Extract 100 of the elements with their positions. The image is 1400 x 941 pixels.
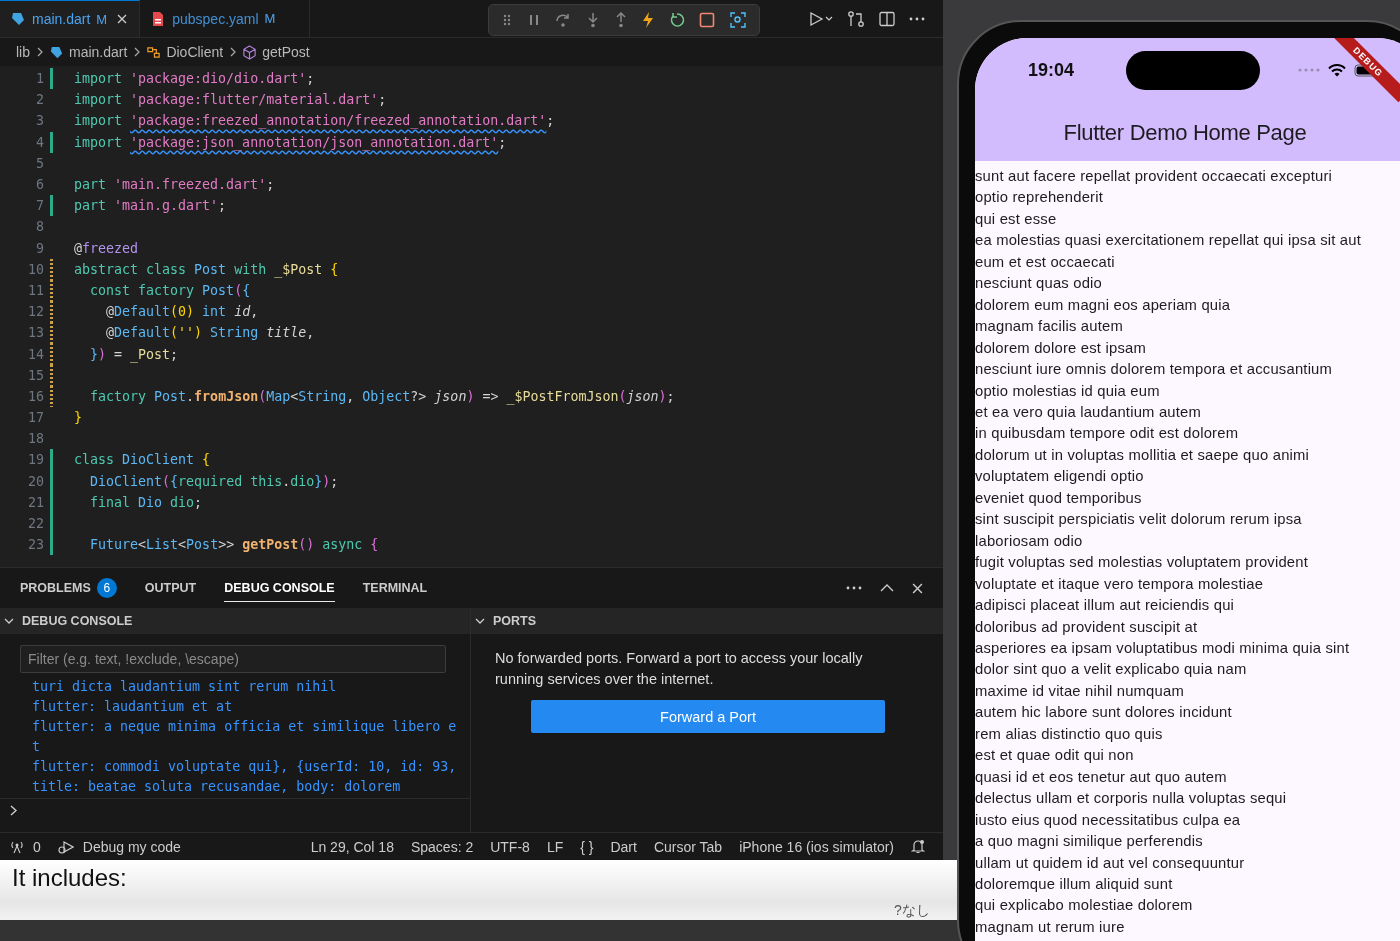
tab-label: main.dart [32,11,91,27]
filter-field[interactable]: Filter (e.g. text, !exclude, \escape) [20,645,446,673]
line-number: 14 [27,346,44,362]
section-header[interactable]: DEBUG CONSOLE [0,608,470,634]
list-item[interactable]: fugit voluptas sed molestias voluptatem provident [975,552,1400,574]
panel-tab[interactable]: OUTPUT [144,574,197,602]
list-item[interactable]: in quibusdam tempore odit est dolorem [975,423,1400,445]
modified-label: M [96,11,108,27]
list-item[interactable]: eum et est occaecati [975,251,1400,274]
close-icon[interactable] [912,582,923,594]
ports-count[interactable]: 0 [33,838,41,855]
code-line: @Default(0) int id, [105,304,259,320]
section-header[interactable]: PORTS [471,608,943,634]
prompt-icon[interactable] [10,805,18,816]
line-number: 4 [35,134,44,150]
list-item[interactable]: optio molestias id quia eum [975,380,1400,402]
dart-file-icon [10,11,26,27]
editor-tab[interactable]: pubspec.yaml M [140,0,311,37]
breadcrumb-item[interactable]: DioClient [166,44,224,60]
list-item[interactable]: et ea vero quia laudantium autem [975,402,1400,424]
line-number: 3 [35,113,44,129]
code-line: DioClient({required this.dio}); [89,473,339,489]
status-item[interactable]: UTF-8 [490,838,530,855]
more-icon[interactable] [909,16,925,21]
panel-tab[interactable]: DEBUG CONSOLE [224,574,335,602]
split-editor-icon[interactable] [879,10,895,27]
list-item[interactable]: ullam ut quidem id aut vel consequuntur [975,852,1400,874]
list-item[interactable]: est et quae odit qui non [975,745,1400,767]
list-item[interactable]: ea molestias quasi exercitationem repellat qui ipsa sit aut [975,230,1400,252]
stop-icon[interactable] [699,12,716,28]
list-item[interactable]: doloribus ad provident suscipit at [975,616,1400,638]
breadcrumb-item[interactable]: main.dart [69,44,128,60]
list-item[interactable]: magnam ut rerum iure [975,916,1400,939]
line-number: 7 [35,198,44,214]
list-item[interactable]: voluptate et itaque vero tempora molestiae [975,573,1400,596]
debug-config[interactable]: Debug my code [82,838,181,855]
step-over-icon[interactable] [555,12,572,28]
page-heading: It includes: [12,864,127,892]
list-item[interactable]: maxime id vitae nihil numquam [975,680,1400,703]
list-item[interactable]: sunt aut facere repellat provident occaecati excepturi [975,166,1400,188]
debug-icon[interactable] [57,839,74,854]
list-item[interactable]: qui explicabo molestiae dolorem [975,895,1400,917]
close-icon[interactable] [117,14,128,24]
bell-icon[interactable] [911,839,925,854]
list-item[interactable]: nesciunt quas odio [975,273,1400,295]
status-item[interactable]: Dart [610,838,637,855]
line-number: 11 [27,282,44,298]
status-item[interactable]: Ln 29, Col 18 [310,838,394,855]
list-item[interactable]: voluptatem eligendi optio [975,466,1400,488]
list-item[interactable]: nesciunt iure omnis dolorem tempora et accusantium [975,359,1400,381]
list-item[interactable]: autem hic labore sunt dolores incidunt [975,702,1400,724]
code-line: import 'package:freezed_annotation/freezed_annotation.dart'; [74,113,555,129]
lightning-icon[interactable] [642,12,655,28]
list-item[interactable]: iusto eius quod necessitatibus culpa ea [975,809,1400,832]
status-item[interactable]: Spaces: 2 [410,838,474,855]
status-item[interactable]: { } [580,838,594,855]
line-number: 5 [35,155,44,171]
step-into-icon[interactable] [585,12,600,28]
editor-tab[interactable]: main.dart M [0,0,141,37]
breadcrumb-item[interactable]: lib [16,44,30,60]
list-item[interactable]: adipisci placeat illum aut reiciendis qui [975,595,1400,617]
more-icon[interactable] [846,586,862,590]
list-item[interactable]: dolorem eum magni eos aperiam quia [975,294,1400,317]
list-item[interactable]: eveniet quod temporibus [975,487,1400,510]
run-debug-icon[interactable] [807,10,833,27]
list-item[interactable]: dolorum ut in voluptas mollitia et saepe quo animi [975,444,1400,467]
section-title: DEBUG CONSOLE [22,614,133,628]
line-number: 23 [27,537,44,553]
status-item[interactable]: iPhone 16 (ios simulator) [739,838,894,855]
panel-tab[interactable]: PROBLEMS 6 [20,571,117,605]
list-item[interactable]: quasi id et eos tenetur aut quo autem [975,766,1400,789]
inspect-icon[interactable] [729,12,746,28]
code-line: const factory Post({ [89,282,251,298]
panel-tab[interactable]: TERMINAL [362,574,428,602]
list-item[interactable]: doloremque illum aliquid sunt [975,873,1400,896]
list-item[interactable]: delectus ullam et corporis nulla voluptas sequi [975,788,1400,810]
breadcrumb-item[interactable]: getPost [262,44,310,60]
list-item[interactable]: laboriosam odio [975,530,1400,553]
source-control-icon[interactable] [847,9,865,28]
code-line: import 'package:flutter/material.dart'; [74,92,387,108]
line-number: 8 [35,219,44,235]
list-item[interactable]: rem alias distinctio quo quis [975,723,1400,746]
status-item[interactable]: Cursor Tab [653,838,723,855]
restart-icon[interactable] [668,12,685,28]
list-item[interactable]: a quo magni similique perferendis [975,831,1400,853]
list-item[interactable]: sint suscipit perspiciatis velit dolorum rerum ipsa [975,509,1400,531]
list-item[interactable]: dolor sint quo a velit explicabo quia nam [975,659,1400,681]
list-item[interactable]: optio reprehenderit [975,187,1400,209]
list-item[interactable]: magnam facilis autem [975,316,1400,338]
status-item[interactable]: LF [546,838,564,855]
broadcast-icon[interactable] [10,839,24,854]
maximize-icon[interactable] [880,584,894,592]
list-item[interactable]: dolorem dolore est ipsam [975,337,1400,360]
forward-port-button[interactable]: Forward a Port [531,700,885,733]
wifi-icon [1328,63,1346,77]
drag-handle-icon[interactable] [502,13,513,27]
list-item[interactable]: asperiores ea ipsam voluptatibus modi minima quia sint [975,637,1400,660]
console-line: turi dicta laudantium sint rerum nihil [32,678,338,696]
tab-label: pubspec.yaml [172,10,259,27]
list-item[interactable]: qui est esse [975,208,1400,231]
